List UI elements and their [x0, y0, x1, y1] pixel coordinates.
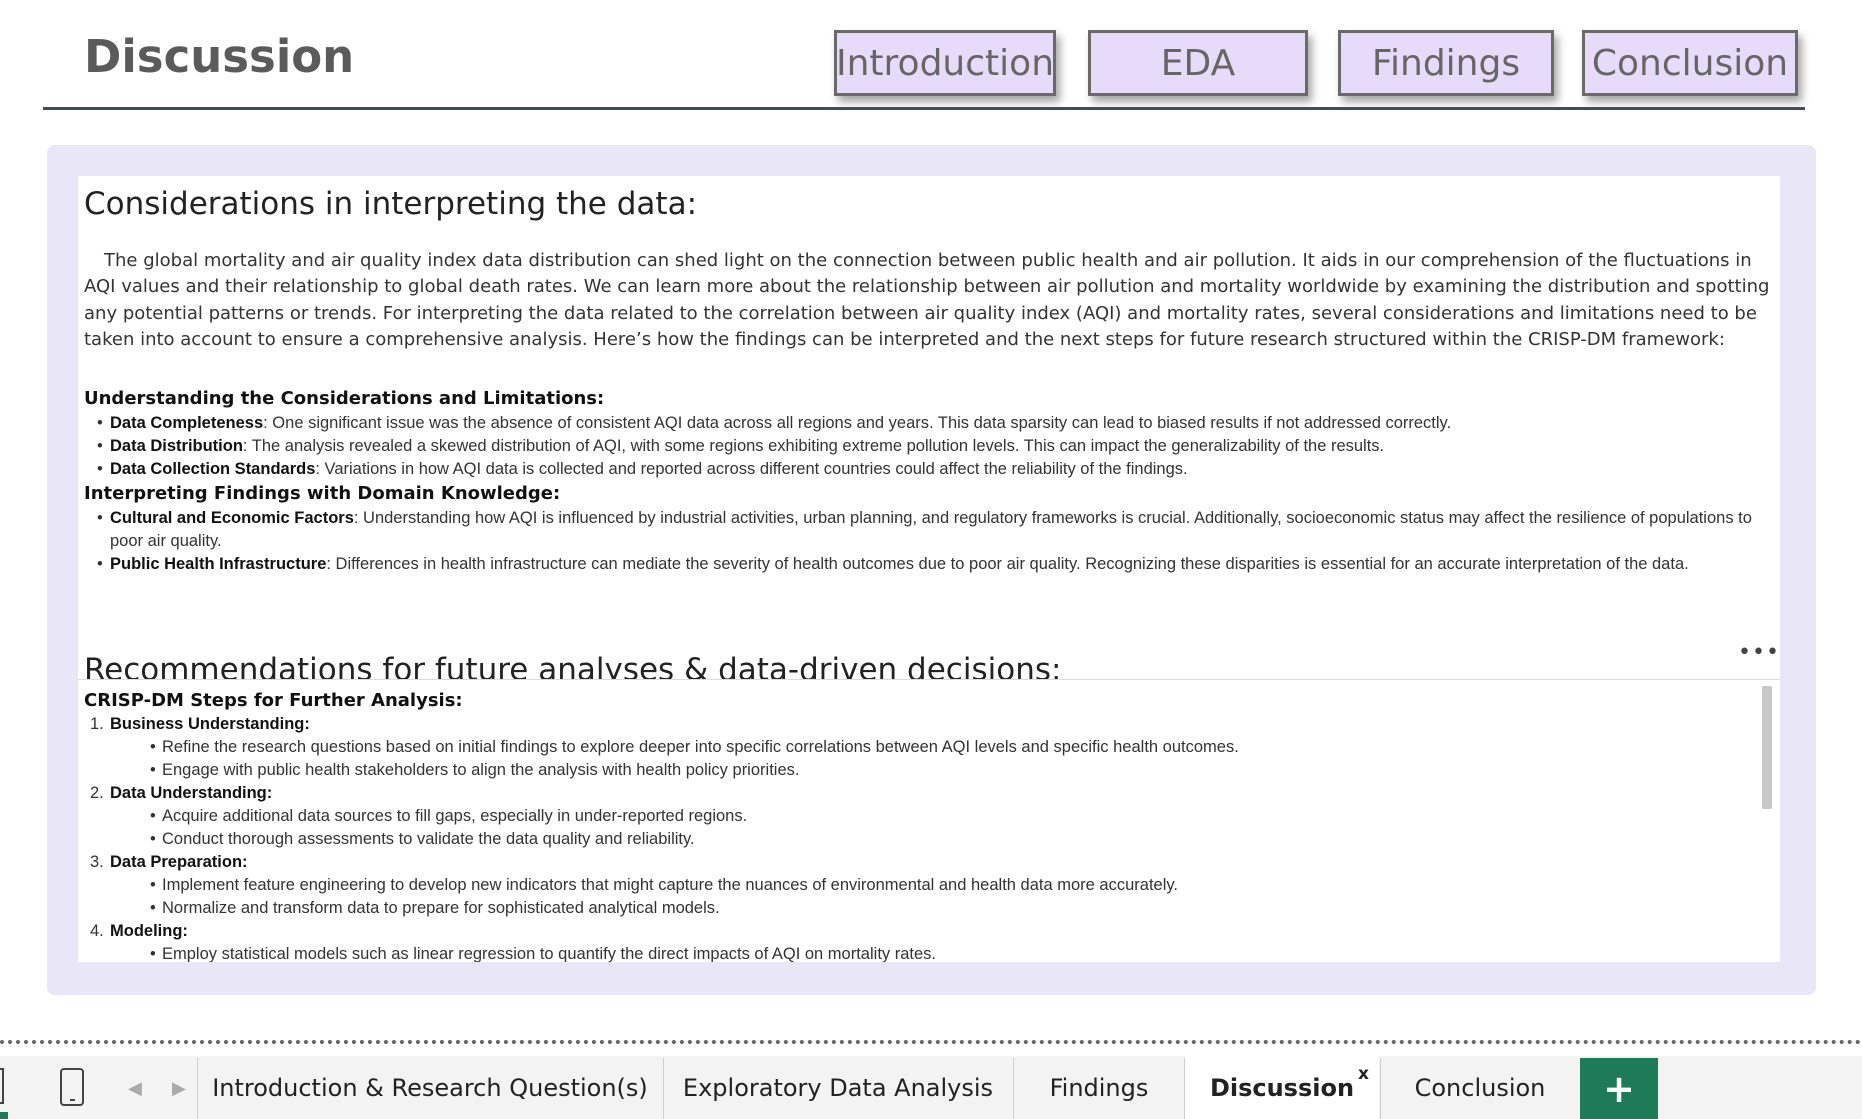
domain-knowledge-heading: Interpreting Findings with Domain Knowle… [84, 483, 561, 504]
list-item: Engage with public health stakeholders t… [84, 759, 1744, 782]
nav-introduction-button[interactable]: Introduction [834, 30, 1056, 96]
tab-findings[interactable]: Findings [1014, 1056, 1184, 1119]
crisp-dm-heading: CRISP-DM Steps for Further Analysis: [84, 690, 463, 711]
chevron-right-icon[interactable]: ▶ [172, 1078, 186, 1099]
list-item: Public Health Infrastructure: Difference… [84, 553, 1764, 576]
considerations-list: Understanding the Considerations and Lim… [84, 386, 1764, 576]
list-item: Employ statistical models such as linear… [84, 943, 1744, 962]
page-divider [0, 1040, 1862, 1044]
list-item: Cultural and Economic Factors: Understan… [84, 507, 1764, 553]
tab-introduction[interactable]: Introduction & Research Question(s) [198, 1056, 662, 1119]
considerations-card: Considerations in interpreting the data:… [78, 176, 1780, 679]
phone-layout-icon[interactable] [60, 1068, 84, 1106]
tab-conclusion[interactable]: Conclusion [1381, 1056, 1579, 1119]
scrollbar-thumb[interactable] [1762, 686, 1772, 809]
chevron-left-icon[interactable]: ◀ [128, 1078, 142, 1099]
recommendations-card[interactable]: CRISP-DM Steps for Further Analysis: 1. B… [78, 679, 1780, 962]
list-item: Data Completeness: One significant issue… [84, 412, 1764, 435]
close-tab-icon[interactable]: x [1358, 1064, 1369, 1084]
considerations-title: Considerations in interpreting the data: [84, 186, 698, 222]
crisp-dm-list: CRISP-DM Steps for Further Analysis: 1. B… [84, 688, 1744, 962]
panel-toggle-icon[interactable] [0, 1068, 4, 1104]
recommendations-title: Recommendations for future analyses & da… [84, 652, 1062, 679]
list-item: 1. Business Understanding: [90, 715, 310, 733]
list-item: Data Collection Standards: Variations in… [84, 458, 1764, 481]
list-item: Conduct thorough assessments to validate… [84, 828, 1744, 851]
tab-discussion[interactable]: Discussion [1185, 1056, 1379, 1119]
nav-findings-button[interactable]: Findings [1338, 30, 1554, 96]
header-divider [43, 107, 1805, 110]
list-item: Normalize and transform data to prepare … [84, 897, 1744, 920]
list-item: 4. Modeling: [90, 922, 188, 940]
list-item: 2. Data Understanding: [90, 784, 273, 802]
add-page-button[interactable]: + [1580, 1058, 1658, 1119]
list-item: Acquire additional data sources to fill … [84, 805, 1744, 828]
limitations-heading: Understanding the Considerations and Lim… [84, 388, 605, 409]
list-item: Data Distribution: The analysis revealed… [84, 435, 1764, 458]
list-item: 3. Data Preparation: [90, 853, 248, 871]
tab-exploratory-data-analysis[interactable]: Exploratory Data Analysis [664, 1056, 1012, 1119]
intro-paragraph: The global mortality and air quality ind… [84, 250, 1770, 350]
nav-eda-button[interactable]: EDA [1088, 30, 1308, 96]
page-title: Discussion [84, 30, 355, 83]
list-item: Refine the research questions based on i… [84, 736, 1744, 759]
more-options-icon[interactable]: ••• [1738, 642, 1780, 664]
status-indicator [0, 1112, 8, 1119]
list-item: Implement feature engineering to develop… [84, 874, 1744, 897]
nav-conclusion-button[interactable]: Conclusion [1582, 30, 1798, 96]
